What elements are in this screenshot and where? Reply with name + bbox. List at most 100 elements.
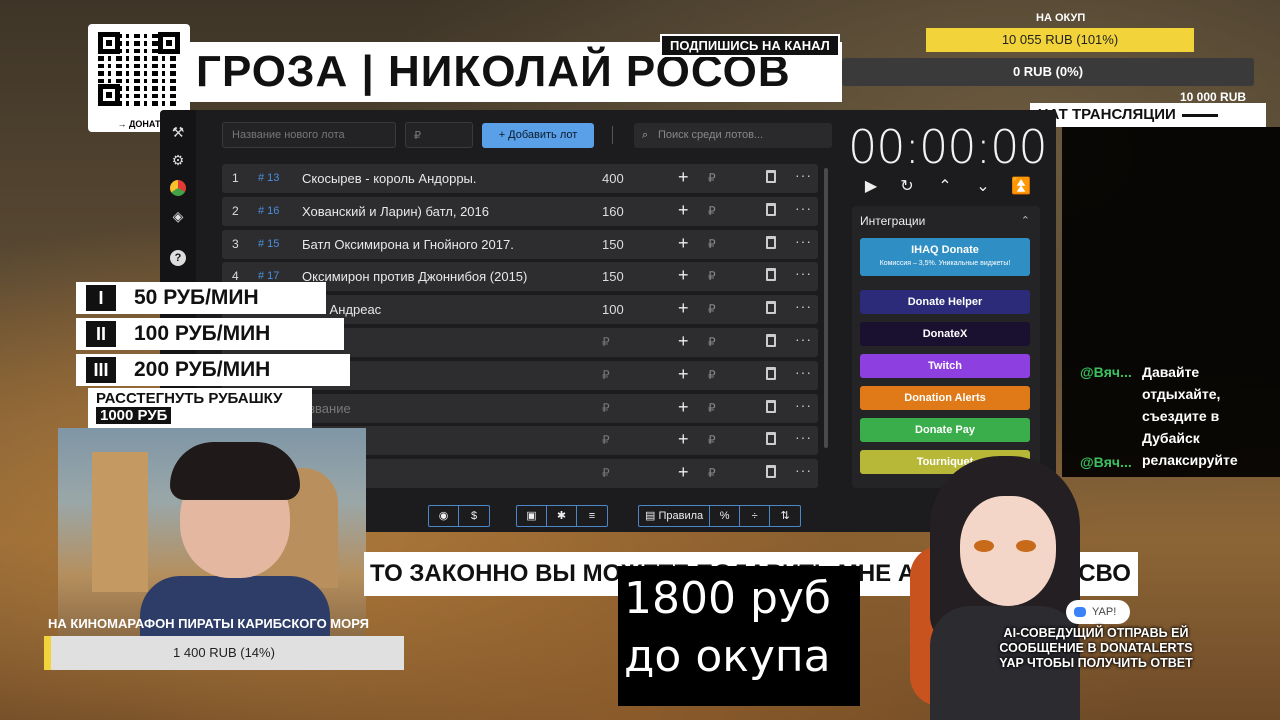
more-icon[interactable]: ··· [795,462,812,478]
ruble-icon[interactable]: ₽ [708,368,716,382]
trash-icon[interactable] [766,170,776,183]
add-amount-icon[interactable]: + [678,167,689,188]
chevron-down-icon[interactable]: ⌄ [972,176,994,196]
add-amount-icon[interactable]: + [678,462,689,483]
cinema-goal-fill [44,636,51,670]
ruble-icon[interactable]: ₽ [708,335,716,349]
more-icon[interactable]: ··· [795,429,812,445]
gavel-icon[interactable]: ⚒ [170,124,186,140]
header-rule [1181,113,1218,117]
integration-button[interactable]: Donate Pay [860,418,1030,442]
lot-amount-placeholder[interactable]: ₽ [602,433,610,447]
new-lot-name-input[interactable]: Название нового лота [222,122,396,148]
ruble-icon[interactable]: ₽ [708,401,716,415]
add-lot-button[interactable]: + Добавить лот [482,123,594,148]
ruble-icon[interactable]: ₽ [708,237,716,251]
chevron-up-icon[interactable]: ⌃ [934,176,956,196]
trash-icon[interactable] [766,366,776,380]
add-amount-icon[interactable]: + [678,397,689,418]
sort-icon[interactable]: ⇅ [770,506,800,526]
rules-button[interactable]: ▤ Правила [639,506,711,526]
add-amount-icon[interactable]: + [678,265,689,286]
list-export-icon[interactable]: ≡ [577,506,607,526]
price-tier: I 50 РУБ/МИН [76,282,326,314]
play-icon[interactable]: ▶ [860,176,882,196]
add-amount-icon[interactable]: + [678,233,689,254]
tier-badge: III [86,357,116,383]
more-icon[interactable]: ··· [795,364,812,380]
more-icon[interactable]: ··· [795,167,812,183]
search-icon: ⌕ [642,129,649,141]
new-lot-price-input[interactable]: ₽ [405,122,473,148]
trash-icon[interactable] [766,235,776,249]
lot-name[interactable]: Хованский и Ларин) батл, 2016 [302,204,489,219]
integration-button[interactable]: Donate Helper [860,290,1030,314]
ruble-icon[interactable]: ₽ [708,433,716,447]
ruble-icon[interactable]: ₽ [708,204,716,218]
lot-row[interactable]: 1 # 13 Скосырев - король Андорры. 400 + ₽ ··· [222,164,818,193]
more-icon[interactable]: ··· [795,298,812,314]
integration-button[interactable]: IHAQ Donate Комиссия – 3,5%. Уникальные в… [860,238,1030,276]
ruble-icon[interactable]: ₽ [708,466,716,480]
lot-row[interactable]: 3 # 15 Батл Оксимирона и Гнойного 2017. 150… [222,229,818,259]
trash-icon[interactable] [766,301,776,315]
integration-button[interactable]: DonateX [860,322,1030,346]
gear-icon[interactable]: ⚙ [170,152,186,168]
save-icon[interactable]: ▣ [517,506,547,526]
double-chevron-up-icon[interactable]: ⏫ [1010,176,1032,196]
background-tower [92,452,148,592]
more-icon[interactable]: ··· [795,265,812,281]
trash-icon[interactable] [766,399,776,413]
lot-name[interactable]: Скосырев - король Андорры. [302,171,477,186]
trash-icon[interactable] [766,432,776,446]
add-amount-icon[interactable]: + [678,200,689,221]
integration-button[interactable]: Donation Alerts [860,386,1030,410]
price-tier: III 200 РУБ/МИН [76,354,350,386]
ruble-icon[interactable]: ₽ [708,171,716,185]
cinema-goal-label: НА КИНОМАРАФОН ПИРАТЫ КАРИБСКОГО МОРЯ [48,616,369,631]
add-amount-icon[interactable]: + [678,429,689,450]
split-icon[interactable]: ÷ [740,506,771,526]
lot-search-input[interactable]: ⌕ Поиск среди лотов... [634,123,832,148]
more-icon[interactable]: ··· [795,397,812,413]
lot-amount[interactable]: 100 [602,302,624,317]
layers-icon[interactable]: ◈ [170,208,186,224]
tier-text: 100 РУБ/МИН [134,322,271,345]
lot-amount[interactable]: 150 [602,269,624,284]
trash-icon[interactable] [766,334,776,347]
lot-amount[interactable]: 150 [602,237,624,252]
github-icon[interactable]: ◉ [429,506,459,526]
integration-label: Twitch [927,360,962,372]
lot-name[interactable]: Батл Оксимирона и Гнойного 2017. [302,237,514,252]
trash-icon[interactable] [766,268,776,282]
lot-amount[interactable]: 400 [602,171,624,186]
add-amount-icon[interactable]: + [678,298,689,319]
more-icon[interactable]: ··· [795,200,812,216]
percent-icon[interactable]: % [710,506,741,526]
ruble-icon[interactable]: ₽ [708,269,716,283]
chevron-up-icon[interactable]: ⌃ [1021,214,1030,227]
reset-icon[interactable]: ↻ [896,176,918,196]
ruble-icon[interactable]: ₽ [708,302,716,316]
lot-amount-placeholder[interactable]: ₽ [602,335,610,349]
lot-amount-placeholder[interactable]: ₽ [602,401,610,415]
lot-amount-placeholder[interactable]: ₽ [602,466,610,480]
toolbar-group-tools: ▣ ✱ ≡ [516,505,608,527]
bug-icon[interactable]: ✱ [547,506,577,526]
trash-icon[interactable] [766,465,776,479]
help-icon[interactable]: ? [170,250,186,266]
lot-amount-placeholder[interactable]: ₽ [602,368,610,382]
add-amount-icon[interactable]: + [678,331,689,352]
pie-chart-icon[interactable] [170,180,186,196]
more-icon[interactable]: ··· [795,331,812,347]
trash-icon[interactable] [766,202,776,216]
lot-amount[interactable]: 160 [602,204,624,219]
lot-row[interactable]: 2 # 16 Хованский и Ларин) батл, 2016 160 + ₽ ·… [222,196,818,226]
lot-list-scrollbar[interactable] [824,168,828,448]
add-amount-icon[interactable]: + [678,364,689,385]
lot-id: # 16 [258,204,280,217]
more-icon[interactable]: ··· [795,233,812,249]
integration-button[interactable]: Twitch [860,354,1030,378]
dollar-icon[interactable]: $ [459,506,489,526]
chat-bubble-icon [1074,607,1086,618]
